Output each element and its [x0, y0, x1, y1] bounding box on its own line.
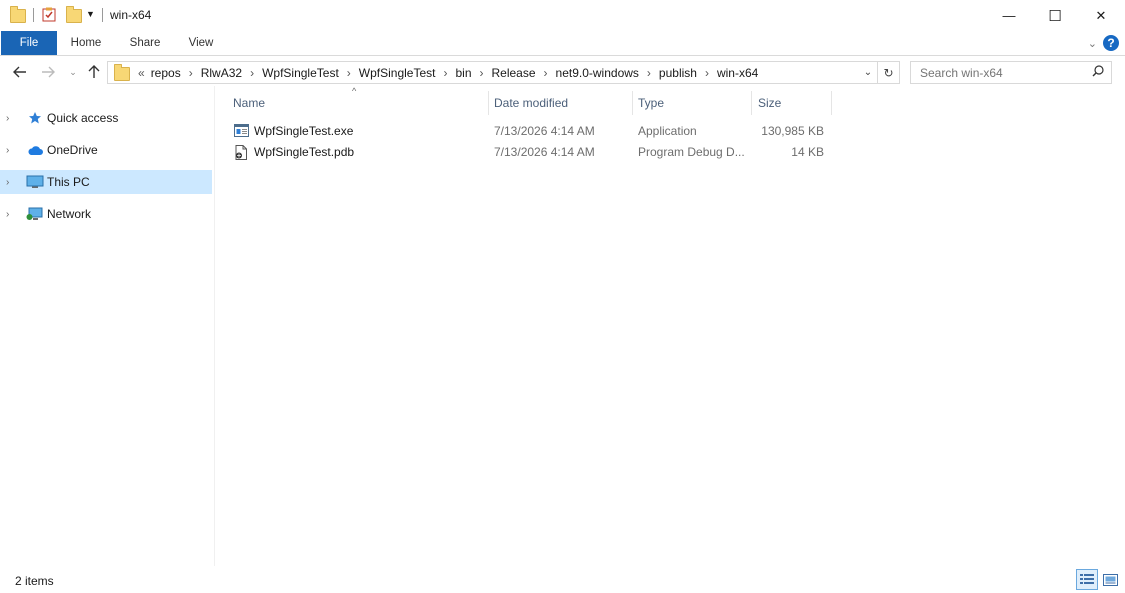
- crumb-bin[interactable]: bin: [452, 66, 474, 80]
- pdb-file-icon: [234, 145, 249, 160]
- computer-icon: [26, 175, 44, 189]
- details-view-button[interactable]: [1076, 569, 1098, 590]
- column-divider[interactable]: [488, 91, 489, 115]
- nav-item-network[interactable]: › Network: [0, 202, 212, 226]
- title-bar: ▼ win-x64 — ☐ ✕: [0, 0, 1125, 31]
- customize-toolbar-icon[interactable]: ▼: [86, 9, 95, 19]
- nav-label: This PC: [47, 175, 90, 189]
- up-button[interactable]: [83, 61, 105, 83]
- separator: [33, 8, 34, 22]
- column-header-name[interactable]: Name: [233, 91, 485, 115]
- separator: [102, 8, 103, 22]
- tab-share[interactable]: Share: [122, 31, 168, 55]
- star-icon: [26, 111, 44, 125]
- file-name: WpfSingleTest.pdb: [254, 145, 355, 159]
- chevron-right-icon[interactable]: ›: [342, 66, 356, 80]
- crumb-rlwa32[interactable]: RlwA32: [198, 66, 245, 80]
- status-item-count: 2 items: [15, 574, 54, 588]
- crumb-net9[interactable]: net9.0-windows: [553, 66, 642, 80]
- tab-view[interactable]: View: [180, 31, 222, 55]
- folder-icon: [114, 64, 130, 81]
- forward-button[interactable]: [37, 61, 59, 83]
- crumb-win-x64[interactable]: win-x64: [714, 66, 761, 80]
- chevron-right-icon[interactable]: ›: [6, 113, 18, 124]
- chevron-right-icon[interactable]: ›: [700, 66, 714, 80]
- crumb-wpfsingletest[interactable]: WpfSingleTest: [259, 66, 342, 80]
- new-folder-icon[interactable]: [66, 6, 82, 23]
- crumb-publish[interactable]: publish: [656, 66, 700, 80]
- chevron-right-icon[interactable]: ›: [245, 66, 259, 80]
- ribbon: File Home Share View ⌄ ?: [0, 31, 1125, 56]
- help-icon[interactable]: ?: [1103, 35, 1119, 51]
- close-button[interactable]: ✕: [1078, 0, 1124, 31]
- column-divider[interactable]: [831, 91, 832, 115]
- tab-file[interactable]: File: [1, 31, 57, 55]
- crumb-release[interactable]: Release: [489, 66, 539, 80]
- maximize-button[interactable]: ☐: [1032, 0, 1078, 31]
- file-size: 14 KB: [791, 145, 824, 159]
- exe-file-icon: [234, 124, 249, 138]
- search-box[interactable]: [910, 61, 1112, 84]
- network-icon: [26, 207, 44, 221]
- file-size: 130,985 KB: [761, 124, 824, 138]
- nav-item-this-pc[interactable]: › This PC: [0, 170, 212, 194]
- file-date: 7/13/2026 4:14 AM: [494, 124, 595, 138]
- search-input[interactable]: [918, 62, 1092, 83]
- chevron-down-icon[interactable]: ⌄: [859, 62, 877, 83]
- file-row-exe[interactable]: WpfSingleTest.exe 7/13/2026 4:14 AM Appl…: [228, 121, 830, 142]
- chevron-right-icon[interactable]: ›: [184, 66, 198, 80]
- back-button[interactable]: [9, 61, 31, 83]
- column-divider[interactable]: [751, 91, 752, 115]
- chevron-right-icon[interactable]: ›: [6, 177, 18, 188]
- recent-locations-icon[interactable]: ⌄: [62, 61, 84, 83]
- file-row-pdb[interactable]: WpfSingleTest.pdb 7/13/2026 4:14 AM Prog…: [228, 142, 830, 163]
- address-bar[interactable]: « repos › RlwA32 › WpfSingleTest › WpfSi…: [107, 61, 878, 84]
- chevron-right-icon[interactable]: ›: [475, 66, 489, 80]
- chevron-right-icon[interactable]: ›: [539, 66, 553, 80]
- file-date: 7/13/2026 4:14 AM: [494, 145, 595, 159]
- expand-ribbon-icon[interactable]: ⌄: [1088, 37, 1097, 50]
- column-header-size[interactable]: Size: [758, 91, 828, 115]
- file-type: Application: [638, 124, 697, 138]
- large-icons-view-button[interactable]: [1099, 569, 1121, 590]
- tab-home[interactable]: Home: [63, 31, 109, 55]
- column-header-date[interactable]: Date modified: [494, 91, 628, 115]
- search-icon: [1092, 65, 1104, 80]
- chevron-right-icon[interactable]: ›: [438, 66, 452, 80]
- chevron-right-icon[interactable]: ›: [642, 66, 656, 80]
- column-divider[interactable]: [632, 91, 633, 115]
- folder-icon: [10, 6, 26, 23]
- navigation-pane: › Quick access › OneDrive › This PC › Ne…: [0, 86, 215, 566]
- crumb-repos[interactable]: repos: [148, 66, 184, 80]
- nav-label: OneDrive: [47, 143, 98, 157]
- crumb-wpfsingletest-project[interactable]: WpfSingleTest: [356, 66, 439, 80]
- properties-icon[interactable]: [42, 7, 56, 22]
- cloud-icon: [26, 145, 44, 156]
- file-type: Program Debug D...: [638, 145, 745, 159]
- minimize-button[interactable]: —: [986, 0, 1032, 31]
- overflow-chevron[interactable]: «: [138, 66, 148, 80]
- nav-label: Quick access: [47, 111, 119, 125]
- refresh-button[interactable]: ↻: [877, 61, 900, 84]
- chevron-right-icon[interactable]: ›: [6, 145, 18, 156]
- chevron-right-icon[interactable]: ›: [6, 209, 18, 220]
- file-name: WpfSingleTest.exe: [254, 124, 354, 138]
- nav-item-onedrive[interactable]: › OneDrive: [0, 138, 212, 162]
- column-header-type[interactable]: Type: [638, 91, 748, 115]
- nav-label: Network: [47, 207, 92, 221]
- breadcrumb: « repos › RlwA32 › WpfSingleTest › WpfSi…: [138, 66, 761, 80]
- nav-item-quick-access[interactable]: › Quick access: [0, 106, 212, 130]
- window-title: win-x64: [110, 8, 152, 22]
